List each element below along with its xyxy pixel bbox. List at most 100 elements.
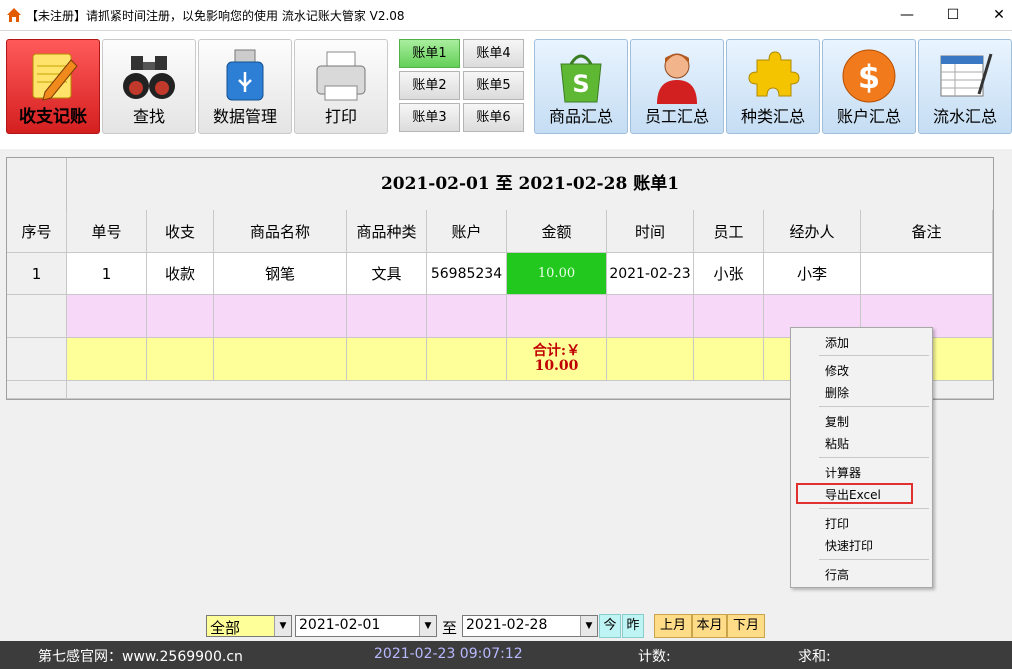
search-button[interactable]: 查找	[102, 39, 196, 134]
cell-empty[interactable]	[427, 295, 507, 338]
category-summary-label: 种类汇总	[740, 107, 805, 126]
cell-handler[interactable]: 小李	[764, 253, 861, 295]
cell-category[interactable]: 文具	[347, 253, 427, 295]
this-month-button[interactable]: 本月	[692, 614, 727, 638]
col-header-product[interactable]: 商品名称	[214, 210, 347, 253]
cell-empty	[214, 338, 347, 381]
svg-text:$: $	[858, 58, 880, 96]
cell-type[interactable]: 收款	[147, 253, 214, 295]
menu-item-calculator[interactable]: 计算器	[825, 464, 861, 481]
employee-summary-button[interactable]: 员工汇总	[630, 39, 724, 134]
menu-item-copy[interactable]: 复制	[825, 413, 849, 430]
ledger-3-button[interactable]: 账单3	[399, 103, 460, 132]
menu-item-delete[interactable]: 删除	[825, 384, 849, 401]
col-header-remark[interactable]: 备注	[861, 210, 993, 253]
category-summary-button[interactable]: 种类汇总	[726, 39, 820, 134]
cell-time[interactable]: 2021-02-23	[607, 253, 694, 295]
grid-corner	[7, 158, 67, 211]
cell-empty[interactable]	[214, 295, 347, 338]
minimize-button[interactable]: —	[884, 0, 930, 30]
col-header-category[interactable]: 商品种类	[347, 210, 427, 253]
title-bar: 【未注册】请抓紧时间注册，以免影响您的使用 流水记账大管家 V2.08 — ☐ …	[0, 0, 1012, 31]
menu-item-quick-print[interactable]: 快速打印	[825, 537, 873, 554]
col-header-amount[interactable]: 金额	[507, 210, 607, 253]
menu-item-print[interactable]: 打印	[825, 515, 849, 532]
dollar-coin-icon: $	[842, 49, 896, 103]
cell-account[interactable]: 56985234	[427, 253, 507, 295]
col-header-employee[interactable]: 员工	[694, 210, 764, 253]
ledger-5-button[interactable]: 账单5	[463, 71, 524, 100]
search-label: 查找	[132, 107, 165, 126]
count-label: 计数:	[638, 649, 671, 665]
context-menu: 添加 修改 删除 复制 粘贴 计算器 导出Excel 打印 快速打印 行高	[790, 327, 933, 588]
account-summary-label: 账户汇总	[836, 107, 901, 126]
menu-separator	[819, 457, 929, 458]
menu-separator	[819, 559, 929, 560]
date-to-picker[interactable]: 2021-02-28 ▼	[462, 615, 598, 637]
menu-separator	[819, 355, 929, 356]
cell-empty[interactable]	[347, 295, 427, 338]
maximize-button[interactable]: ☐	[930, 0, 976, 30]
menu-item-edit[interactable]: 修改	[825, 362, 849, 379]
ledger-2-button[interactable]: 账单2	[399, 71, 460, 100]
printer-icon	[316, 51, 366, 101]
account-summary-button[interactable]: $ 账户汇总	[822, 39, 916, 134]
menu-item-row-height[interactable]: 行高	[825, 566, 849, 583]
ledger-4-button[interactable]: 账单4	[463, 39, 524, 68]
col-header-time[interactable]: 时间	[607, 210, 694, 253]
cell-empty[interactable]	[507, 295, 607, 338]
menu-item-paste[interactable]: 粘贴	[825, 435, 849, 452]
total-amount-cell: 合计:￥ 10.00	[507, 338, 607, 381]
to-label: 至	[442, 619, 458, 637]
col-header-type[interactable]: 收支	[147, 210, 214, 253]
data-management-button[interactable]: 数据管理	[198, 39, 292, 134]
cell-number[interactable]: 1	[67, 253, 147, 295]
person-icon	[657, 53, 697, 104]
cell-employee[interactable]: 小张	[694, 253, 764, 295]
product-summary-label: 商品汇总	[548, 107, 613, 126]
menu-item-export-excel[interactable]: 导出Excel	[825, 486, 881, 503]
cell-empty[interactable]	[147, 295, 214, 338]
today-button[interactable]: 今	[599, 614, 621, 638]
report-title: 2021-02-01 至 2021-02-28 账单1	[67, 158, 993, 211]
chevron-down-icon[interactable]: ▼	[419, 616, 436, 636]
ledger-1-button[interactable]: 账单1	[399, 39, 460, 68]
flow-summary-button[interactable]: 流水汇总	[918, 39, 1012, 134]
table-row[interactable]: 1 1 收款 钢笔 文具 56985234 10.00 2021-02-23 小…	[7, 253, 993, 295]
header-row: 序号 单号 收支 商品名称 商品种类 账户 金额 时间 员工 经办人 备注	[7, 210, 993, 253]
scope-value: 全部	[210, 619, 241, 637]
date-to-value: 2021-02-28	[466, 617, 548, 633]
print-button[interactable]: 打印	[294, 39, 388, 134]
row-header	[7, 381, 67, 399]
col-header-account[interactable]: 账户	[427, 210, 507, 253]
scope-select[interactable]: 全部 ▼	[206, 615, 292, 637]
sum-label: 求和:	[798, 649, 831, 665]
income-expense-button[interactable]: 收支记账	[6, 39, 100, 134]
date-from-picker[interactable]: 2021-02-01 ▼	[295, 615, 437, 637]
next-month-button[interactable]: 下月	[727, 614, 765, 638]
binoculars-icon	[123, 56, 175, 99]
employee-summary-label: 员工汇总	[644, 107, 709, 126]
cell-empty[interactable]	[607, 295, 694, 338]
spreadsheet-pen-icon	[940, 53, 993, 97]
menu-item-add[interactable]: 添加	[825, 334, 849, 351]
yesterday-button[interactable]: 昨	[622, 614, 644, 638]
col-header-handler[interactable]: 经办人	[764, 210, 861, 253]
cell-product[interactable]: 钢笔	[214, 253, 347, 295]
cell-empty[interactable]	[67, 295, 147, 338]
close-button[interactable]: ✕	[976, 0, 1012, 30]
cell-empty	[347, 338, 427, 381]
cell-amount[interactable]: 10.00	[507, 253, 607, 295]
product-summary-button[interactable]: S 商品汇总	[534, 39, 628, 134]
cell-remark[interactable]	[861, 253, 993, 295]
usb-drive-icon	[226, 49, 264, 101]
cell-empty[interactable]	[694, 295, 764, 338]
chevron-down-icon[interactable]: ▼	[580, 616, 597, 636]
col-header-index[interactable]: 序号	[7, 210, 67, 253]
last-month-button[interactable]: 上月	[654, 614, 692, 638]
chevron-down-icon[interactable]: ▼	[274, 616, 291, 636]
ledger-6-button[interactable]: 账单6	[463, 103, 524, 132]
col-header-number[interactable]: 单号	[67, 210, 147, 253]
cell-empty	[427, 338, 507, 381]
cell-empty	[694, 338, 764, 381]
